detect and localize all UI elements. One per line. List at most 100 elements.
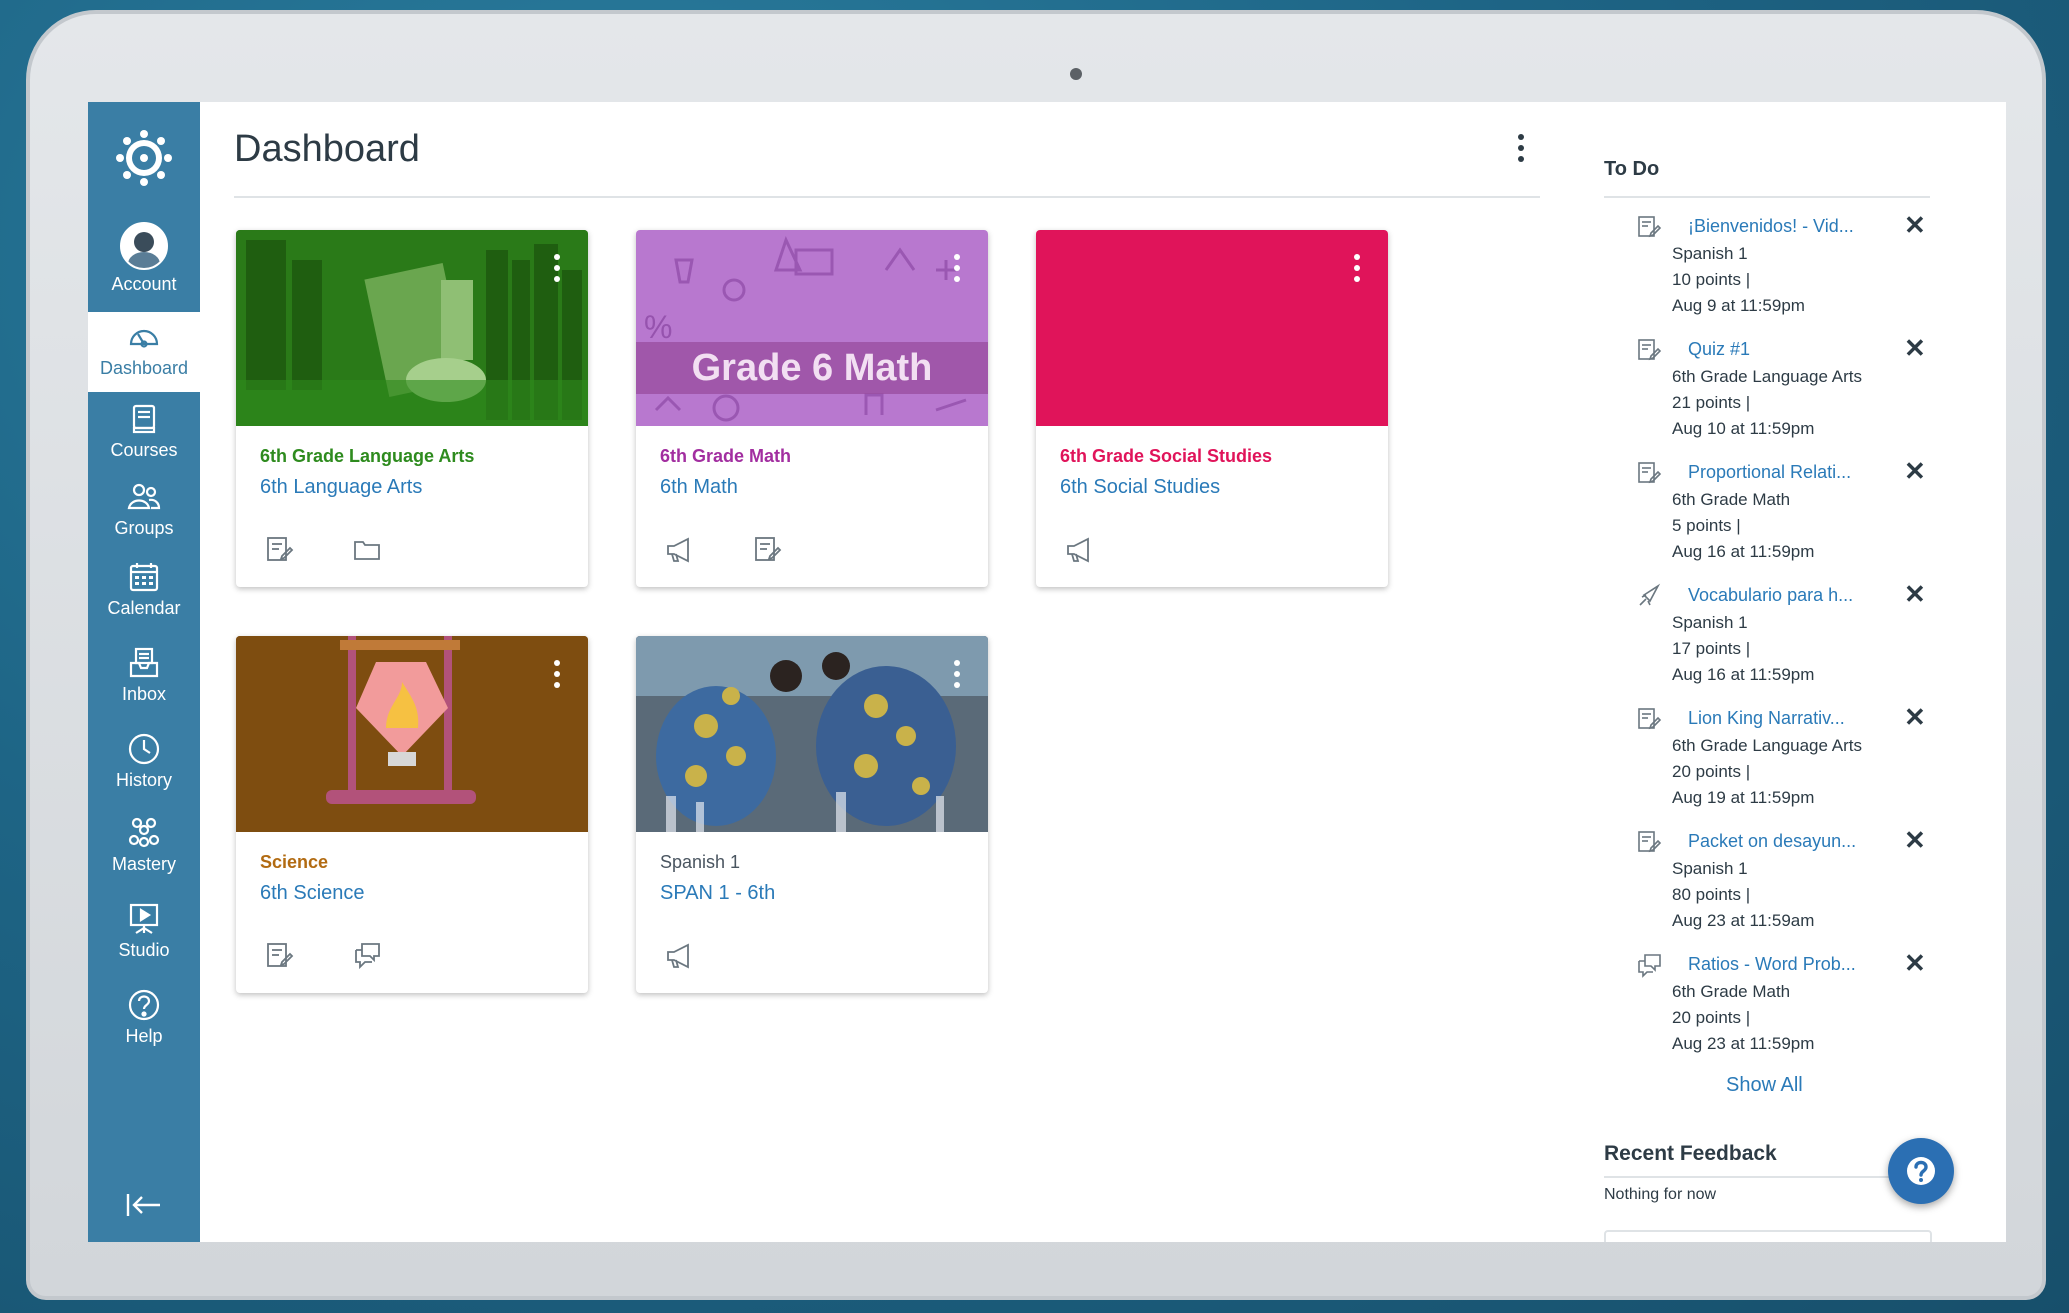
announcements-icon[interactable]	[664, 940, 694, 970]
card-hero-image[interactable]: % Grade 6 Math	[636, 230, 988, 426]
account-avatar	[120, 222, 168, 270]
dismiss-icon[interactable]: ✕	[1904, 210, 1926, 240]
todo-item-course: Spanish 1	[1672, 859, 1748, 878]
todo-item-course: 6th Grade Language Arts	[1672, 367, 1862, 386]
dismiss-icon[interactable]: ✕	[1904, 333, 1926, 363]
todo-item-points: 20 points |	[1672, 762, 1751, 781]
todo-item-points: 5 points |	[1672, 516, 1741, 535]
card-subtitle: 6th Language Arts	[260, 476, 423, 498]
todo-item-link[interactable]: Packet on desayun...	[1688, 831, 1856, 852]
header-divider	[234, 196, 1540, 198]
todo-item-link[interactable]: Proportional Relati...	[1688, 462, 1851, 483]
card-options-icon[interactable]	[1352, 254, 1362, 288]
nav-item-history[interactable]: History	[88, 732, 200, 810]
course-card[interactable]: 6th Grade Social Studies 6th Social Stud…	[1036, 230, 1388, 587]
card-actions	[264, 534, 436, 564]
todo-item-link[interactable]: Vocabulario para h...	[1688, 585, 1853, 606]
dismiss-icon[interactable]: ✕	[1904, 702, 1926, 732]
card-hero-image[interactable]	[636, 636, 988, 832]
course-card[interactable]: 6th Grade Language Arts 6th Language Art…	[236, 230, 588, 587]
todo-item: Proportional Relati... 6th Grade Math 5 …	[1628, 456, 1928, 576]
card-title[interactable]: Science	[260, 852, 328, 873]
card-actions	[664, 940, 748, 970]
nav-label: Account	[111, 274, 177, 294]
dashboard-icon	[129, 329, 159, 348]
todo-item: Lion King Narrativ... 6th Grade Language…	[1628, 702, 1928, 822]
todo-item-points: 80 points |	[1672, 885, 1751, 904]
card-title[interactable]: 6th Grade Language Arts	[260, 446, 474, 467]
camera	[1070, 68, 1082, 80]
todo-item-link[interactable]: Lion King Narrativ...	[1688, 708, 1845, 729]
nav-label: Courses	[110, 440, 178, 460]
nav-item-inbox[interactable]: Inbox	[88, 646, 200, 724]
page-title: Dashboard	[234, 128, 420, 170]
help-button[interactable]	[1888, 1138, 1954, 1204]
nav-label: History	[115, 770, 172, 790]
card-options-icon[interactable]	[552, 254, 562, 288]
assignments-icon[interactable]	[264, 940, 294, 970]
nav-item-help[interactable]: Help	[88, 988, 200, 1066]
card-options-icon[interactable]	[552, 660, 562, 694]
card-actions	[1064, 534, 1148, 564]
card-options-icon[interactable]	[952, 660, 962, 694]
dismiss-icon[interactable]: ✕	[1904, 948, 1926, 978]
todo-item-link[interactable]: Ratios - Word Prob...	[1688, 954, 1856, 975]
quiz-rocket-icon	[1639, 583, 1661, 606]
card-options-icon[interactable]	[952, 254, 962, 288]
assignments-icon[interactable]	[264, 534, 294, 564]
inbox-icon	[129, 647, 159, 678]
todo-item-course: Spanish 1	[1672, 613, 1748, 632]
nav-item-account[interactable]: Account	[88, 222, 200, 300]
global-nav: Account Dashboard Courses Groups Calenda…	[88, 102, 200, 1242]
nav-label: Studio	[118, 940, 170, 960]
assignment-icon	[1638, 708, 1662, 730]
nav-item-mastery[interactable]: Mastery	[88, 816, 200, 894]
nav-label: Groups	[114, 518, 174, 538]
card-hero-image[interactable]	[236, 230, 588, 426]
course-card[interactable]: Spanish 1 SPAN 1 - 6th	[636, 636, 988, 993]
groups-icon	[127, 483, 161, 510]
nav-item-dashboard[interactable]: Dashboard	[88, 312, 200, 392]
card-title[interactable]: 6th Grade Social Studies	[1060, 446, 1272, 467]
dismiss-icon[interactable]: ✕	[1904, 825, 1926, 855]
course-card[interactable]: Science 6th Science	[236, 636, 588, 993]
todo-item: ¡Bienvenidos! - Vid... Spanish 1 10 poin…	[1628, 210, 1928, 330]
card-title[interactable]: 6th Grade Math	[660, 446, 791, 467]
announcements-icon[interactable]	[664, 534, 694, 564]
nav-item-studio[interactable]: Studio	[88, 902, 200, 980]
discussions-icon[interactable]	[352, 940, 382, 970]
nav-label: Dashboard	[99, 358, 189, 378]
todo-item-points: 17 points |	[1672, 639, 1751, 658]
svg-text:%: %	[644, 309, 672, 345]
card-subtitle: 6th Social Studies	[1060, 476, 1221, 498]
nav-item-groups[interactable]: Groups	[88, 480, 200, 558]
todo-item: Vocabulario para h... Spanish 1 17 point…	[1628, 579, 1928, 699]
card-hero-image[interactable]	[236, 636, 588, 832]
todo-item-link[interactable]: Quiz #1	[1688, 339, 1750, 360]
help-icon	[128, 989, 160, 1021]
show-all-link[interactable]: Show All	[1726, 1074, 1803, 1097]
assignments-icon[interactable]	[752, 534, 782, 564]
nav-item-courses[interactable]: Courses	[88, 402, 200, 480]
nav-label: Mastery	[111, 854, 176, 874]
card-title[interactable]: Spanish 1	[660, 852, 740, 873]
todo-item-due: Aug 9 at 11:59pm	[1672, 296, 1805, 315]
course-card[interactable]: % Grade 6 Math 6th Grade Math 6th Math	[636, 230, 988, 587]
card-hero-color[interactable]	[1036, 230, 1388, 426]
dashboard-options-icon[interactable]	[1506, 132, 1536, 166]
card-hero-text: Grade 6 Math	[636, 342, 988, 394]
math-doodle-pattern: %	[644, 235, 967, 422]
nav-item-calendar[interactable]: Calendar	[88, 560, 200, 638]
todo-item-link[interactable]: ¡Bienvenidos! - Vid...	[1688, 216, 1854, 237]
canvas-app-screen: Account Dashboard Courses Groups Calenda…	[88, 102, 2006, 1242]
dismiss-icon[interactable]: ✕	[1904, 579, 1926, 609]
todo-item: Quiz #1 6th Grade Language Arts 21 point…	[1628, 333, 1928, 453]
dismiss-icon[interactable]: ✕	[1904, 456, 1926, 486]
todo-item-course: 6th Grade Math	[1672, 982, 1791, 1001]
canvas-logo-icon[interactable]	[114, 128, 174, 188]
announcements-icon[interactable]	[1064, 534, 1094, 564]
assignment-icon	[1638, 462, 1662, 484]
todo-item-course: 6th Grade Math	[1672, 490, 1791, 509]
collapse-nav-icon[interactable]	[124, 1190, 164, 1220]
files-icon[interactable]	[352, 534, 382, 564]
